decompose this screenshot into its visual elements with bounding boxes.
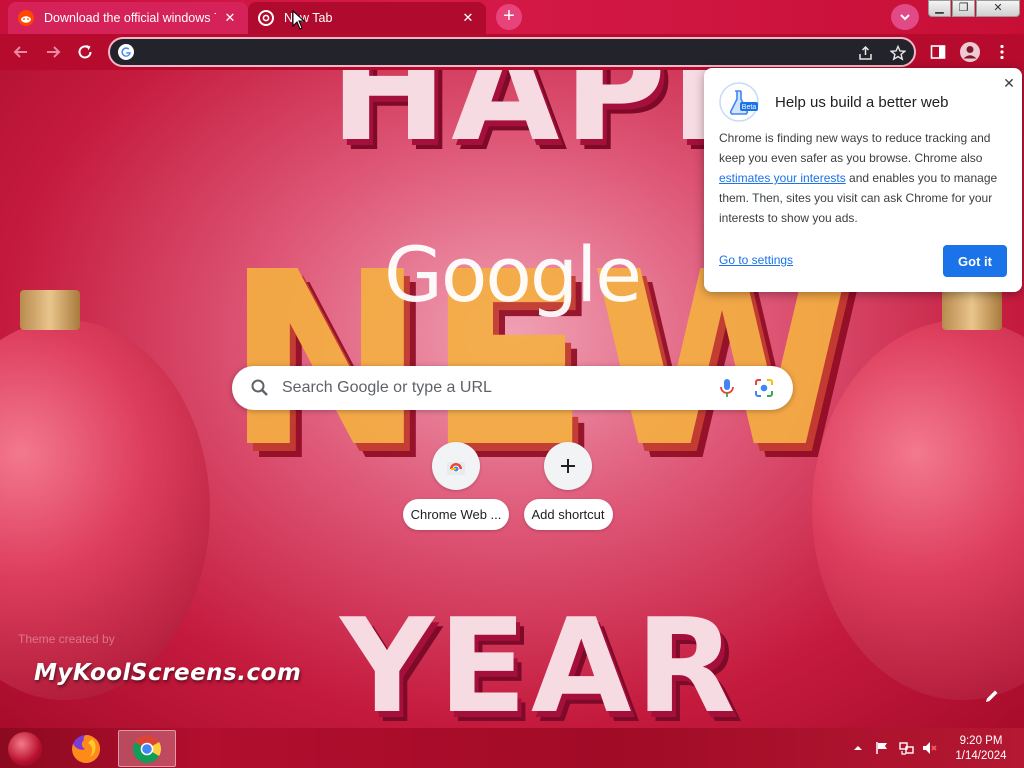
theme-brand-link[interactable]: MyKoolScreens.com xyxy=(34,660,301,686)
taskbar-chrome[interactable] xyxy=(118,730,176,767)
tab-title: Download the official windows 7 xyxy=(44,11,216,25)
clock-time: 9:20 PM xyxy=(959,735,1003,747)
shortcut-chrome-web-store[interactable]: Chrome Web ... xyxy=(400,442,512,542)
address-input[interactable] xyxy=(144,41,844,63)
beta-flask-icon: Beta xyxy=(719,82,759,122)
taskbar-firefox[interactable] xyxy=(64,730,108,767)
chrome-web-store-icon xyxy=(447,462,465,475)
tab-new-tab[interactable]: New Tab ✕ xyxy=(248,2,486,34)
star-icon xyxy=(890,45,906,61)
avatar-icon xyxy=(960,42,980,62)
reload-button[interactable] xyxy=(72,39,98,65)
share-button[interactable] xyxy=(856,43,876,63)
tab-title: New Tab xyxy=(284,11,333,25)
new-tab-button[interactable]: + xyxy=(496,4,522,30)
kebab-menu-icon xyxy=(1000,44,1004,60)
chrome-favicon-icon xyxy=(258,10,274,26)
shortcut-label: Add shortcut xyxy=(523,499,613,530)
shortcut-label: Chrome Web ... xyxy=(402,499,510,530)
caret-up-icon xyxy=(854,746,862,750)
show-hidden-icons-button[interactable] xyxy=(850,740,866,756)
window-close-button[interactable]: ✕ xyxy=(976,0,1020,17)
start-button[interactable] xyxy=(8,732,42,766)
estimates-interests-link[interactable]: estimates your interests xyxy=(719,171,846,185)
flag-icon xyxy=(876,742,887,754)
google-logo: Google xyxy=(383,230,642,319)
arrow-left-icon xyxy=(13,46,27,58)
tab-close-icon[interactable]: ✕ xyxy=(222,10,238,26)
mouse-cursor-icon xyxy=(292,10,306,30)
minimize-button[interactable]: ▁ xyxy=(928,0,951,17)
add-shortcut-button[interactable]: Add shortcut xyxy=(512,442,624,542)
bubble-title: Help us build a better web xyxy=(775,94,949,111)
network-status-button[interactable] xyxy=(898,740,914,756)
arrow-right-icon xyxy=(47,46,61,58)
profile-button[interactable] xyxy=(958,40,982,64)
pencil-icon xyxy=(986,690,998,702)
back-button[interactable] xyxy=(8,39,34,65)
tab-strip: Download the official windows 7 ✕ New Ta… xyxy=(0,0,1024,34)
chevron-down-icon xyxy=(900,14,910,21)
plus-icon xyxy=(561,459,575,473)
windows-taskbar: 9:20 PM 1/14/2024 xyxy=(0,728,1024,768)
bubble-close-icon[interactable]: ✕ xyxy=(1000,74,1018,92)
bubble-body-text: Chrome is finding new ways to reduce tra… xyxy=(719,131,991,165)
chrome-menu-button[interactable] xyxy=(990,40,1014,64)
got-it-button[interactable]: Got it xyxy=(943,245,1007,277)
forward-button[interactable] xyxy=(40,39,66,65)
clock-date: 1/14/2024 xyxy=(955,750,1007,762)
speaker-muted-icon xyxy=(923,742,937,754)
google-g-icon xyxy=(118,44,134,60)
tab-close-icon[interactable]: ✕ xyxy=(460,10,476,26)
customize-chrome-button[interactable] xyxy=(980,684,1004,708)
theme-credit-label: Theme created by xyxy=(18,632,115,646)
action-center-button[interactable] xyxy=(874,740,890,756)
theme-word-bottom: YEAR xyxy=(340,590,740,728)
share-icon xyxy=(859,45,872,60)
ntp-search-input[interactable] xyxy=(282,376,702,400)
tab-search-button[interactable] xyxy=(891,4,919,30)
address-bar[interactable] xyxy=(108,37,916,67)
browser-toolbar xyxy=(0,34,1024,70)
go-to-settings-link[interactable]: Go to settings xyxy=(719,253,793,267)
side-panel-icon xyxy=(930,45,946,59)
maximize-button[interactable]: ❐ xyxy=(952,0,975,17)
chrome-icon xyxy=(133,734,161,763)
microphone-icon[interactable] xyxy=(715,376,739,400)
shortcut-icon-circle xyxy=(544,442,592,490)
shortcut-icon-circle xyxy=(432,442,480,490)
tab-download-windows7[interactable]: Download the official windows 7 ✕ xyxy=(8,2,248,34)
side-panel-button[interactable] xyxy=(926,40,950,64)
firefox-icon xyxy=(72,734,101,763)
ntp-search-box[interactable] xyxy=(232,366,793,410)
bookmark-star-button[interactable] xyxy=(888,43,908,63)
search-icon xyxy=(251,379,268,396)
reload-icon xyxy=(78,45,92,59)
google-lens-icon[interactable] xyxy=(752,376,776,400)
bubble-body: Chrome is finding new ways to reduce tra… xyxy=(719,128,1009,228)
network-icon xyxy=(899,742,914,755)
privacy-sandbox-bubble: Beta Help us build a better web ✕ Chrome… xyxy=(704,68,1022,292)
volume-button[interactable] xyxy=(922,740,938,756)
taskbar-clock[interactable]: 9:20 PM 1/14/2024 xyxy=(952,734,1010,764)
beta-badge: Beta xyxy=(742,104,757,111)
reddit-favicon-icon xyxy=(18,10,34,26)
